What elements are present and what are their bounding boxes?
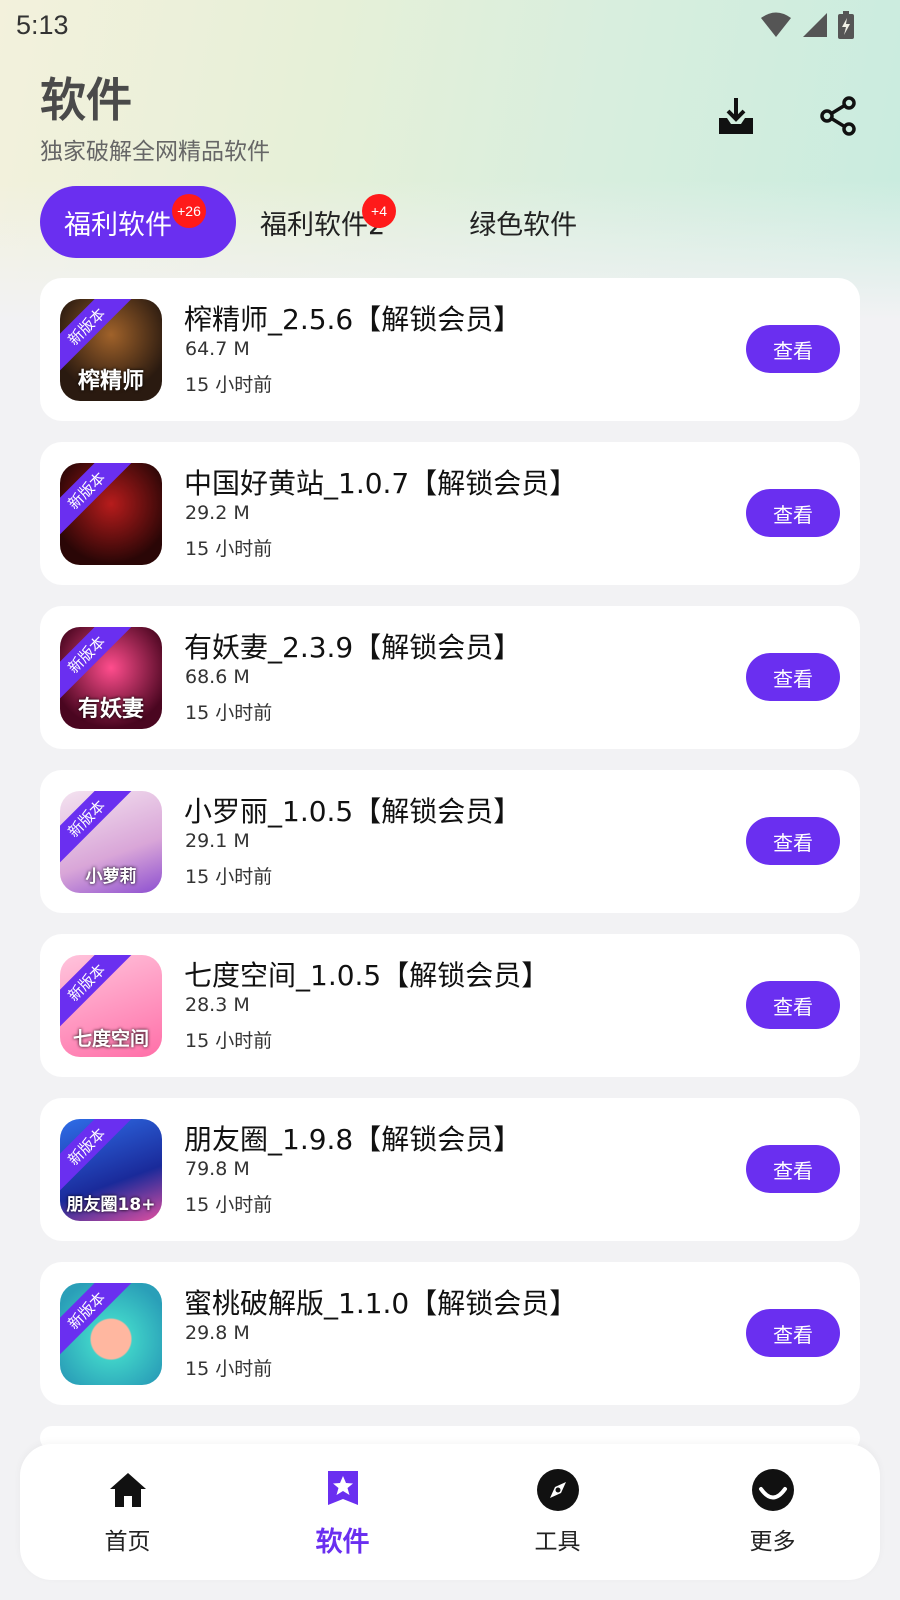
list-item[interactable]: 新版本 七度空间 七度空间_1.0.5【解锁会员】 28.3 M 15 小时前 … [40, 934, 860, 1077]
app-updated-time: 15 小时前 [185, 702, 273, 724]
app-name: 朋友圈_1.9.8【解锁会员】 [184, 1123, 522, 1156]
nav-label: 软件 [315, 1526, 370, 1558]
app-name: 有妖妻_2.3.9【解锁会员】 [184, 631, 522, 664]
app-updated-time: 15 小时前 [185, 1358, 273, 1380]
software-star-icon [321, 1466, 365, 1510]
app-icon-label: 有妖妻 [77, 697, 144, 722]
app-name: 榨精师_2.5.6【解锁会员】 [184, 303, 522, 336]
app-icon: 新版本 朋友圈18+ [60, 1119, 162, 1221]
nav-label: 首页 [104, 1529, 151, 1555]
list-item[interactable]: 新版本 中国好黄站_1.0.7【解锁会员】 29.2 M 15 小时前 查看 [40, 442, 860, 585]
list-item[interactable]: 新版本 小萝莉 小罗丽_1.0.5【解锁会员】 29.1 M 15 小时前 查看 [40, 770, 860, 913]
count-badge: +26 [172, 194, 206, 228]
count-badge: +4 [362, 194, 396, 228]
app-icon: 新版本 榨精师 [60, 299, 162, 401]
nav-home[interactable]: 首页 [20, 1444, 235, 1580]
status-bar: 5:13 [0, 0, 900, 50]
app-icon: 新版本 [60, 463, 162, 565]
nav-label: 更多 [749, 1529, 796, 1555]
header-actions [714, 94, 860, 138]
status-time: 5:13 [16, 9, 69, 40]
app-updated-time: 15 小时前 [185, 866, 273, 888]
home-icon [106, 1468, 150, 1512]
app-name: 蜜桃破解版_1.1.0【解锁会员】 [184, 1287, 578, 1320]
view-button[interactable]: 查看 [746, 325, 840, 373]
app-name: 中国好黄站_1.0.7【解锁会员】 [184, 467, 578, 500]
list-item[interactable]: 新版本 朋友圈18+ 朋友圈_1.9.8【解锁会员】 79.8 M 15 小时前… [40, 1098, 860, 1241]
app-icon-label: 七度空间 [72, 1028, 149, 1050]
tab-label: 福利软件 [64, 209, 172, 241]
download-button[interactable] [714, 94, 758, 138]
nav-software[interactable]: 软件 [235, 1444, 450, 1580]
category-tabs: 福利软件 +26 福利软件2 +4 绿色软件 [40, 186, 601, 258]
app-updated-time: 15 小时前 [185, 538, 273, 560]
view-button[interactable]: 查看 [746, 489, 840, 537]
status-icons [760, 11, 854, 39]
app-icon-label: 小萝莉 [85, 867, 137, 887]
app-size: 28.3 M [185, 994, 250, 1016]
app-icon: 新版本 有妖妻 [60, 627, 162, 729]
new-version-ribbon: 新版本 [60, 955, 138, 1034]
app-updated-time: 15 小时前 [185, 1030, 273, 1052]
page-header: 软件 独家破解全网精品软件 [40, 70, 860, 170]
view-button[interactable]: 查看 [746, 817, 840, 865]
view-button[interactable]: 查看 [746, 1309, 840, 1357]
app-size: 29.1 M [185, 830, 250, 852]
app-icon-label: 榨精师 [77, 369, 144, 394]
view-button[interactable]: 查看 [746, 1145, 840, 1193]
view-button[interactable]: 查看 [746, 981, 840, 1029]
app-icon: 新版本 七度空间 [60, 955, 162, 1057]
app-icon-label: 朋友圈18+ [66, 1195, 156, 1215]
list-item[interactable]: 新版本 蜜桃破解版_1.1.0【解锁会员】 29.8 M 15 小时前 查看 [40, 1262, 860, 1405]
bottom-nav: 首页 软件 工具 更多 [20, 1444, 880, 1580]
app-size: 79.8 M [185, 1158, 250, 1180]
app-size: 29.2 M [185, 502, 250, 524]
new-version-ribbon: 新版本 [60, 463, 138, 542]
app-icon: 新版本 小萝莉 [60, 791, 162, 893]
tab-label: 绿色软件 [469, 209, 578, 241]
list-item[interactable]: 新版本 榨精师 榨精师_2.5.6【解锁会员】 64.7 M 15 小时前 查看 [40, 278, 860, 421]
app-updated-time: 15 小时前 [185, 374, 273, 396]
nav-tools[interactable]: 工具 [450, 1444, 665, 1580]
battery-icon [838, 11, 854, 39]
app-size: 64.7 M [185, 338, 250, 360]
app-updated-time: 15 小时前 [185, 1194, 273, 1216]
signal-icon [803, 13, 827, 37]
share-button[interactable] [816, 94, 860, 138]
more-smile-icon [751, 1468, 795, 1512]
share-icon [820, 96, 856, 136]
app-list: 新版本 榨精师 榨精师_2.5.6【解锁会员】 64.7 M 15 小时前 查看… [40, 278, 860, 1471]
app-size: 68.6 M [185, 666, 250, 688]
tab-welfare-software-2[interactable]: 福利软件2 +4 [236, 186, 409, 258]
compass-icon [536, 1468, 580, 1512]
new-version-ribbon: 新版本 [60, 1119, 138, 1198]
app-icon: 新版本 [60, 1283, 162, 1385]
nav-label: 工具 [534, 1529, 581, 1555]
new-version-ribbon: 新版本 [60, 1283, 138, 1362]
app-size: 29.8 M [185, 1322, 250, 1344]
download-icon [719, 98, 753, 134]
app-name: 小罗丽_1.0.5【解锁会员】 [184, 795, 522, 828]
nav-more[interactable]: 更多 [665, 1444, 880, 1580]
list-item[interactable]: 新版本 有妖妻 有妖妻_2.3.9【解锁会员】 68.6 M 15 小时前 查看 [40, 606, 860, 749]
app-name: 七度空间_1.0.5【解锁会员】 [184, 959, 550, 992]
view-button[interactable]: 查看 [746, 653, 840, 701]
wifi-icon [761, 12, 791, 37]
tab-green-software[interactable]: 绿色软件 [445, 186, 601, 258]
new-version-ribbon: 新版本 [60, 791, 138, 870]
tab-welfare-software[interactable]: 福利软件 +26 [40, 186, 236, 258]
